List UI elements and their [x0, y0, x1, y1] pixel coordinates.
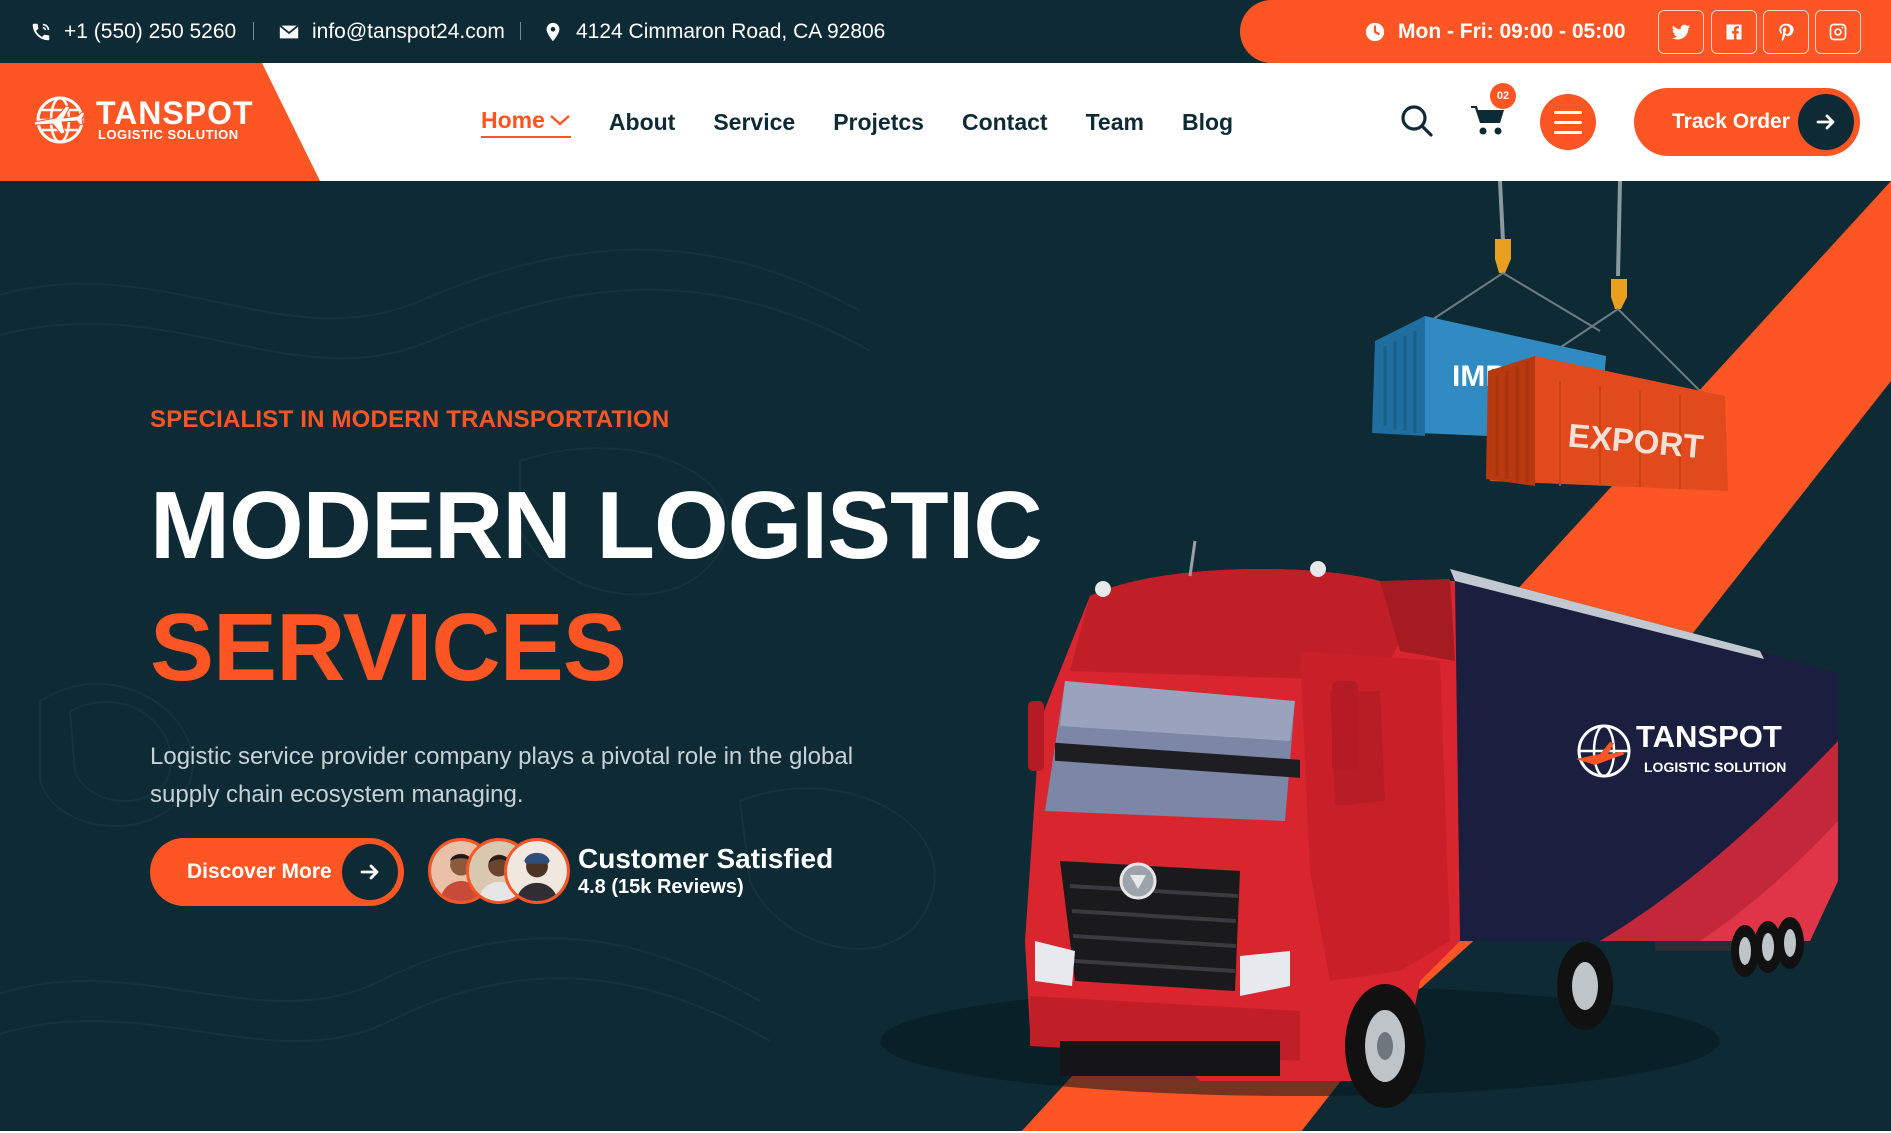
phone-text: +1 (550) 250 5260	[64, 19, 237, 43]
site-logo[interactable]: TANSPOT LOGISTIC SOLUTION	[32, 92, 254, 148]
avatar	[504, 838, 570, 904]
brand-name: TANSPOT	[96, 95, 254, 131]
nav-item-team[interactable]: Team	[1086, 109, 1144, 136]
customer-avatars	[428, 838, 570, 904]
hamburger-bar	[1554, 111, 1582, 114]
hero-kicker: SPECIALIST IN MODERN TRANSPORTATION	[150, 406, 670, 433]
nav-item-contact[interactable]: Contact	[962, 109, 1048, 136]
pinterest-icon	[1779, 23, 1794, 42]
instagram-icon	[1829, 23, 1847, 41]
phone-icon	[32, 23, 50, 40]
arrow-badge	[1798, 94, 1854, 150]
track-order-button[interactable]: Track Order	[1634, 88, 1860, 156]
map-pin-icon	[546, 22, 560, 41]
hours-text: Mon - Fri: 09:00 - 05:00	[1398, 19, 1626, 43]
facebook-icon	[1726, 24, 1742, 40]
discover-more-label: Discover More	[187, 860, 332, 883]
search-icon	[1401, 105, 1433, 137]
search-button[interactable]	[1398, 102, 1436, 140]
arrow-badge	[342, 844, 398, 900]
nav-item-label: Home	[481, 106, 545, 133]
cart-count-badge: 02	[1490, 83, 1516, 109]
nav-item-projects[interactable]: Projetcs	[833, 109, 924, 136]
clock-icon	[1365, 22, 1385, 41]
business-hours: Mon - Fri: 09:00 - 05:00	[1364, 0, 1626, 63]
chevron-down-icon	[550, 115, 570, 126]
globe-plane-icon	[33, 96, 86, 144]
email-text: info@tanspot24.com	[312, 19, 505, 43]
trailer-wheels	[1731, 917, 1804, 977]
instagram-link[interactable]	[1815, 10, 1861, 54]
hero-title-line1: MODERN LOGISTIC	[150, 472, 1043, 579]
arrow-right-icon	[1816, 114, 1835, 130]
address-text: 4124 Cimmaron Road, CA 92806	[576, 19, 886, 43]
truck-trailer: TANSPOT LOGISTIC SOLUTION	[1450, 569, 1838, 977]
arrow-right-icon	[360, 864, 379, 880]
nav-item-service[interactable]: Service	[713, 109, 795, 136]
brand-tagline: LOGISTIC SOLUTION	[98, 127, 239, 142]
contact-email[interactable]: info@tanspot24.com	[278, 0, 505, 63]
hamburger-bar	[1554, 121, 1582, 124]
hero-description: Logistic service provider company plays …	[150, 743, 854, 808]
person-icon	[507, 841, 567, 901]
primary-nav: Home About Service Projetcs Contact Team…	[481, 63, 1233, 181]
pinterest-link[interactable]	[1763, 10, 1809, 54]
track-order-label: Track Order	[1672, 110, 1790, 133]
menu-toggle-button[interactable]	[1540, 94, 1596, 150]
divider	[520, 22, 521, 40]
contact-phone[interactable]: +1 (550) 250 5260	[30, 0, 236, 63]
top-bar: +1 (550) 250 5260 info@tanspot24.com 412…	[0, 0, 1891, 63]
trailer-brand: TANSPOT	[1636, 719, 1782, 754]
hamburger-bar	[1554, 131, 1582, 134]
nav-item-home[interactable]: Home	[481, 107, 571, 138]
export-container: EXPORT	[1486, 356, 1728, 491]
twitter-link[interactable]	[1658, 10, 1704, 54]
trailer-tagline: LOGISTIC SOLUTION	[1644, 759, 1786, 775]
contact-address[interactable]: 4124 Cimmaron Road, CA 92806	[542, 0, 885, 63]
discover-more-button[interactable]: Discover More	[150, 838, 404, 906]
satisfaction-title: Customer Satisfied	[578, 843, 834, 874]
divider	[253, 22, 254, 40]
nav-item-about[interactable]: About	[609, 109, 675, 136]
facebook-link[interactable]	[1711, 10, 1757, 54]
twitter-icon	[1671, 24, 1691, 40]
hero-title-line2: SERVICES	[150, 594, 627, 701]
envelope-icon	[279, 24, 299, 38]
satisfaction-rating: 4.8 (15k Reviews)	[578, 876, 744, 898]
nav-item-blog[interactable]: Blog	[1182, 109, 1233, 136]
